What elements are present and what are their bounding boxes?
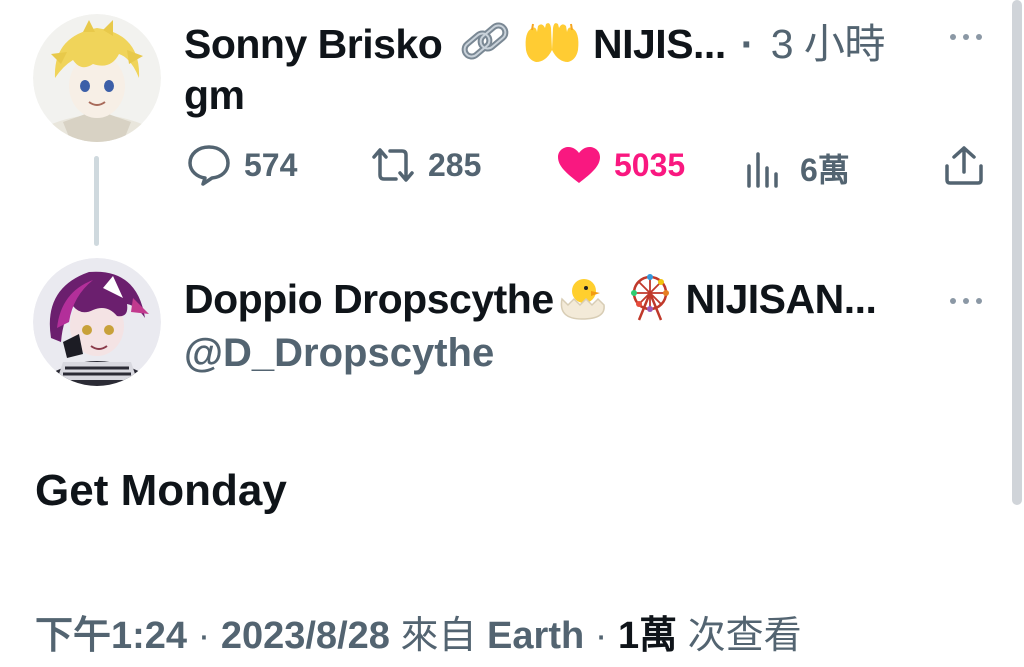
retweet-button[interactable]: 285 bbox=[368, 145, 481, 185]
retweet-count: 285 bbox=[428, 146, 482, 183]
share-icon bbox=[945, 146, 983, 185]
avatar-sonny-brisko[interactable] bbox=[33, 14, 161, 142]
heart-icon bbox=[558, 147, 600, 183]
display-name-suffix[interactable]: NIJISAN... bbox=[685, 276, 876, 322]
view-count-suffix: 次查看 bbox=[687, 615, 802, 657]
tweet-text: gm bbox=[184, 72, 245, 118]
bar-chart-icon bbox=[747, 152, 778, 188]
reply-count: 574 bbox=[244, 146, 298, 183]
avatar-doppio-dropscythe[interactable] bbox=[33, 258, 161, 386]
tweet-author-name[interactable]: Sonny Brisko NIJIS... · 3 小時 bbox=[184, 10, 885, 74]
speech-bubble-icon bbox=[188, 145, 230, 186]
more-dots-icon bbox=[950, 298, 956, 304]
chain-link-emoji bbox=[459, 20, 511, 74]
reply-button[interactable]: 574 bbox=[186, 143, 297, 187]
raised-hands-emoji bbox=[522, 20, 582, 74]
views-button[interactable]: 6萬 bbox=[744, 145, 850, 191]
main-tweet-author-name[interactable]: Doppio Dropscythe NIJISAN... bbox=[184, 272, 877, 332]
share-button[interactable] bbox=[942, 144, 986, 191]
more-dots-icon bbox=[950, 34, 956, 40]
separator-dot: · bbox=[594, 615, 608, 657]
display-name[interactable]: Sonny Brisko bbox=[184, 21, 443, 67]
thread-connector-line bbox=[94, 156, 99, 246]
user-handle[interactable]: @D_Dropscythe bbox=[184, 331, 494, 376]
tweet-date[interactable]: 2023/8/28 bbox=[221, 615, 390, 657]
display-name[interactable]: Doppio Dropscythe bbox=[184, 276, 554, 322]
scrollbar[interactable] bbox=[1012, 0, 1022, 505]
tweet-time-ago[interactable]: 3 小時 bbox=[771, 21, 886, 67]
ferris-wheel-emoji bbox=[625, 272, 675, 332]
more-options-button[interactable] bbox=[950, 27, 990, 40]
like-count: 5035 bbox=[614, 146, 686, 183]
separator-dot: · bbox=[197, 615, 211, 657]
view-count: 1萬 bbox=[617, 615, 678, 657]
main-tweet-text: Get Monday bbox=[35, 466, 287, 515]
tweet-time[interactable]: 下午1:24 bbox=[35, 615, 187, 657]
tweet-metadata: 下午1:24 · 2023/8/28 來自 Earth · 1萬 次查看 bbox=[35, 604, 802, 659]
source-prefix: 來自 bbox=[400, 615, 477, 657]
views-count: 6萬 bbox=[800, 152, 850, 188]
display-name-suffix[interactable]: NIJIS... bbox=[593, 21, 726, 67]
retweet-icon bbox=[372, 148, 414, 182]
more-options-button[interactable] bbox=[950, 291, 990, 304]
like-button[interactable]: 5035 bbox=[556, 145, 685, 185]
hatching-chick-emoji bbox=[554, 273, 610, 331]
tweet-source[interactable]: Earth bbox=[487, 615, 584, 657]
separator-dot: · bbox=[740, 21, 755, 67]
